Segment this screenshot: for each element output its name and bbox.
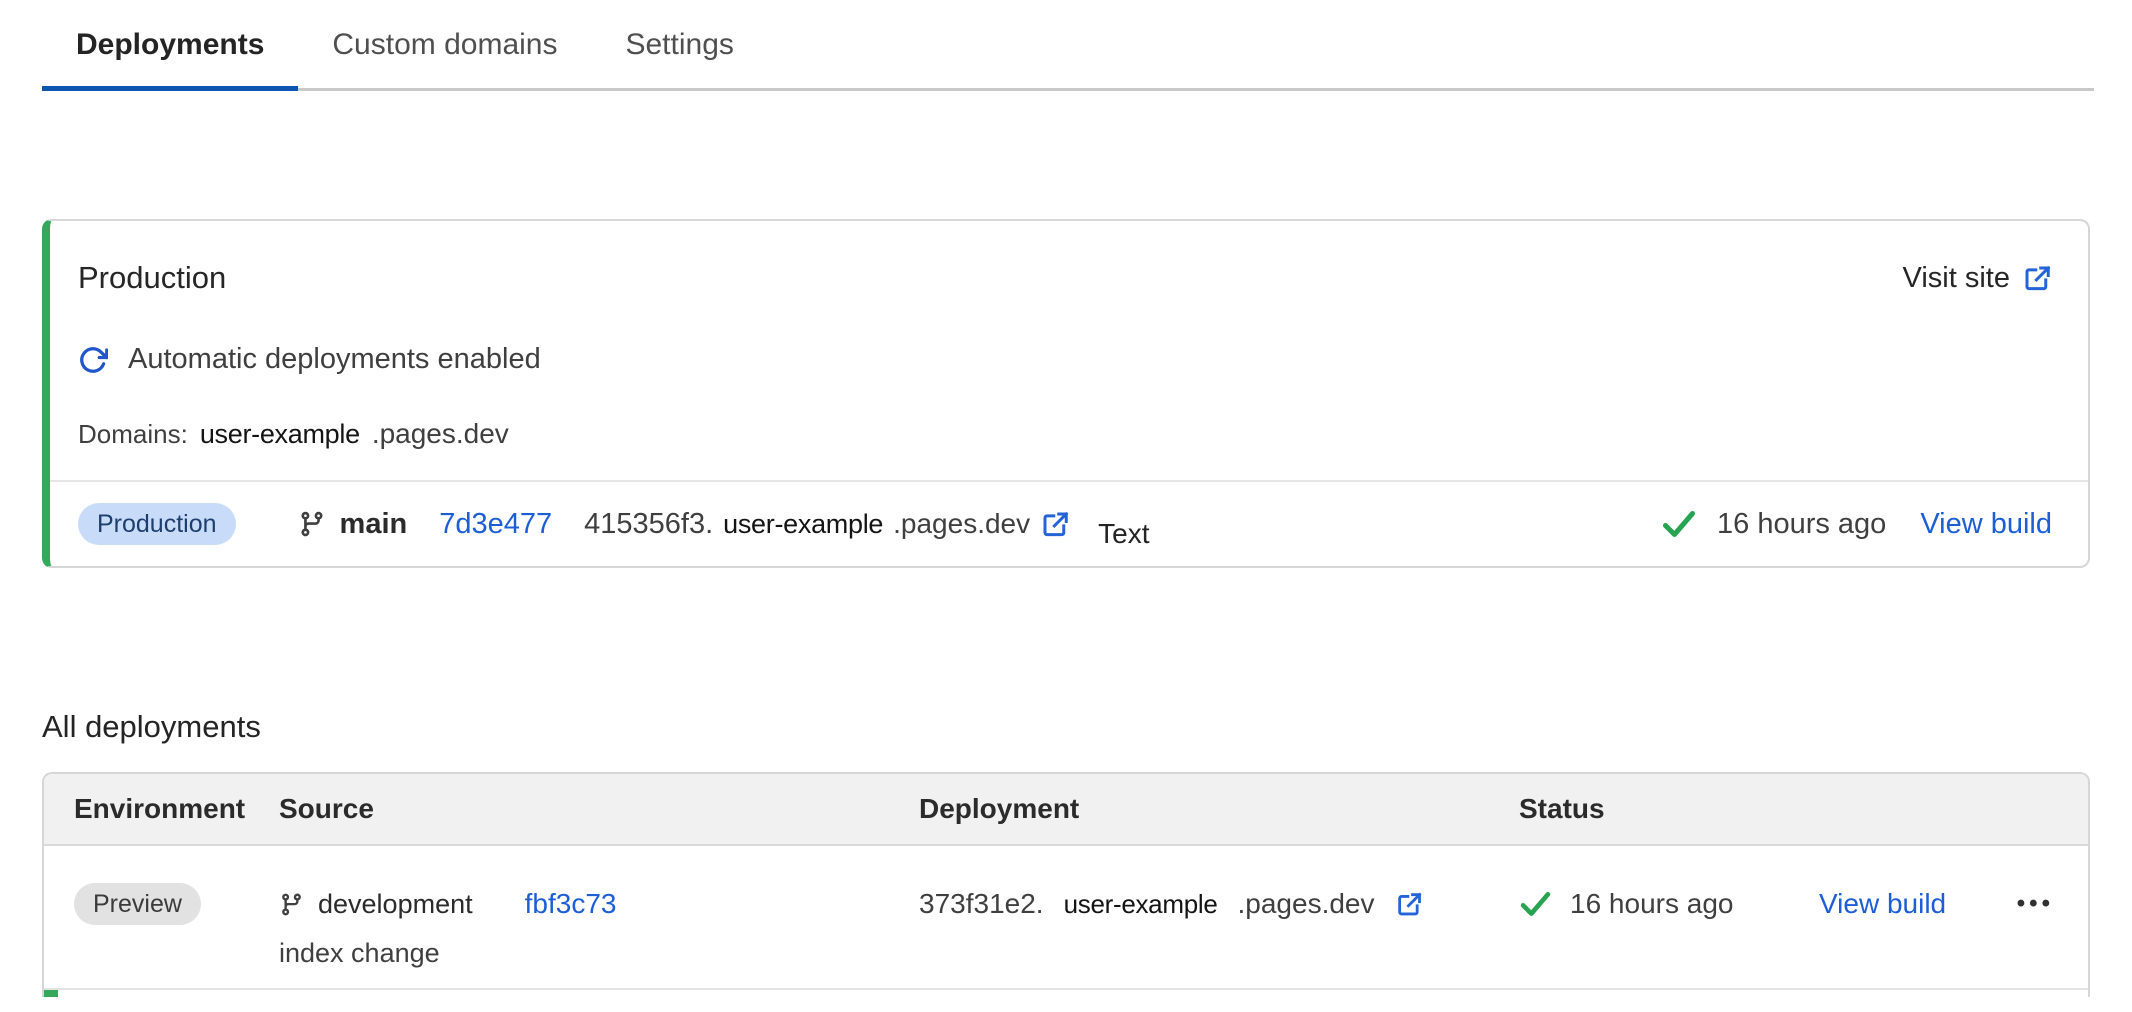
table-row: Preview development fbf3c73 index change… [44, 846, 2088, 988]
production-deployment-row: Production main 7d3e477 415356f3. user-e… [50, 480, 2088, 566]
environment-badge: Preview [74, 883, 201, 925]
deployment-time: 16 hours ago [1570, 888, 1733, 920]
tab-custom-domains[interactable]: Custom domains [298, 28, 591, 91]
view-build-link[interactable]: View build [1819, 888, 1946, 920]
all-deployments-title: All deployments [42, 708, 2090, 746]
commit-message: index change [279, 938, 919, 968]
source-cell: development fbf3c73 index change [279, 882, 919, 968]
actions-cell: View build [1819, 882, 1999, 926]
next-row-partial [44, 988, 2088, 997]
branch-name: main [340, 508, 408, 541]
tab-deployments[interactable]: Deployments [42, 28, 298, 91]
domains-label: Domains: [78, 419, 188, 450]
deployment-url-link[interactable]: 415356f3. user-example .pages.dev [584, 508, 1070, 541]
commit-link[interactable]: 7d3e477 [439, 508, 552, 541]
production-card: Production Visit site [42, 219, 2090, 568]
deployments-table: Environment Source Deployment Status Pre… [42, 772, 2090, 997]
view-build-link[interactable]: View build [1920, 508, 2052, 541]
deployment-cell: 373f31e2. user-example .pages.dev [919, 882, 1519, 926]
text-label: Text [1098, 518, 1149, 550]
deployment-id: 415356f3. [584, 508, 713, 541]
environment-cell: Preview [74, 882, 279, 926]
deployment-domain-suffix: .pages.dev [1238, 888, 1375, 920]
external-link-icon [2022, 263, 2052, 293]
column-header-environment: Environment [74, 793, 279, 825]
deployment-time: 16 hours ago [1717, 508, 1886, 541]
git-branch-icon [298, 509, 326, 539]
success-check-icon [1661, 509, 1697, 539]
commit-link[interactable]: fbf3c73 [525, 888, 617, 920]
column-header-source: Source [279, 793, 919, 825]
deployment-domain-suffix: .pages.dev [893, 508, 1030, 540]
table-header-row: Environment Source Deployment Status [44, 774, 2088, 846]
deployment-id: 373f31e2. [919, 888, 1044, 920]
tab-settings[interactable]: Settings [591, 28, 767, 91]
production-domain-name: user-example [200, 419, 360, 450]
more-options-cell: ••• [2017, 882, 2054, 926]
column-header-deployment: Deployment [919, 793, 1519, 825]
status-cell: 16 hours ago [1519, 882, 1819, 926]
auto-deploy-text: Automatic deployments enabled [128, 343, 541, 376]
environment-badge: Production [78, 503, 236, 545]
production-title: Production [78, 259, 226, 297]
pages-project-view: Deployments Custom domains Settings Prod… [0, 0, 2132, 997]
external-link-icon [1040, 509, 1070, 539]
visit-site-label: Visit site [1903, 262, 2010, 295]
deployment-url-link[interactable]: 373f31e2. user-example .pages.dev [919, 888, 1423, 920]
deployment-domain-name: user-example [723, 509, 883, 540]
next-row-green-border [44, 990, 58, 997]
success-check-icon [1519, 890, 1552, 918]
external-link-icon [1395, 890, 1423, 918]
deployment-domain-name: user-example [1064, 889, 1218, 920]
column-header-status: Status [1519, 793, 1819, 825]
production-domain-suffix: .pages.dev [372, 418, 509, 450]
tab-bar: Deployments Custom domains Settings [42, 0, 2094, 91]
refresh-icon [78, 345, 108, 375]
more-options-button[interactable]: ••• [2017, 882, 2054, 926]
branch-name: development [318, 889, 473, 920]
visit-site-link[interactable]: Visit site [1903, 262, 2052, 295]
production-card-info: Production Visit site [50, 221, 2088, 480]
git-branch-icon [279, 891, 304, 918]
